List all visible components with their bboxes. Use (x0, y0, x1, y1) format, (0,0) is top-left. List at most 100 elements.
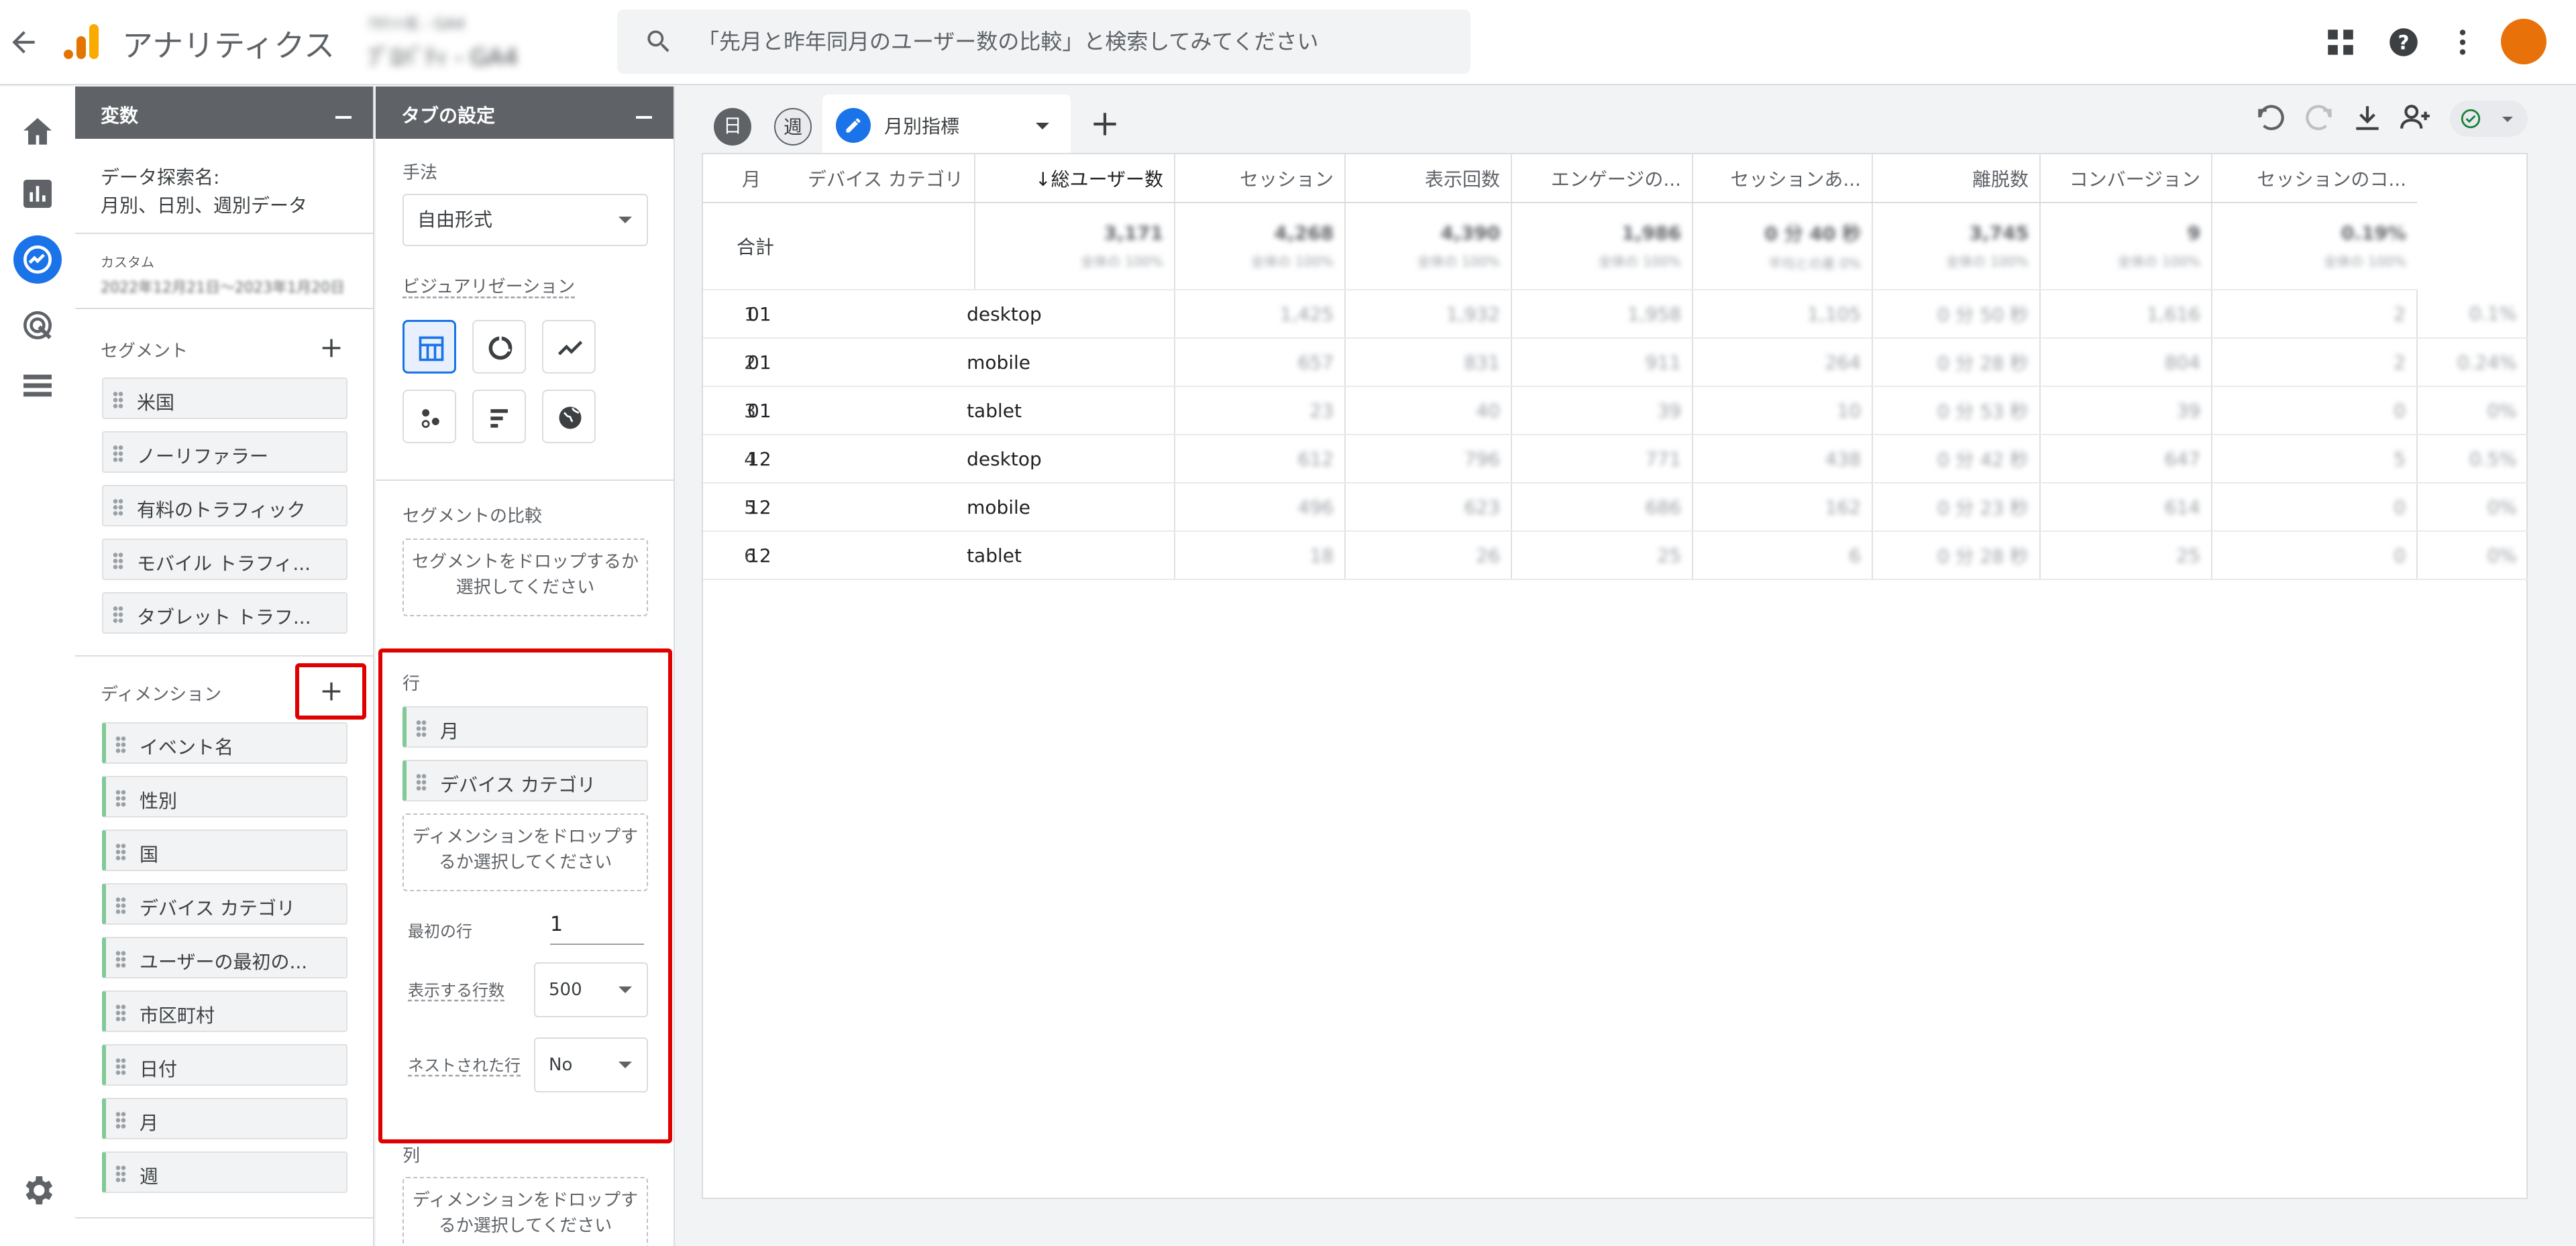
segment-chip[interactable]: モバイル トラフィ... (102, 539, 347, 580)
account-selector[interactable]: ｱｶｳﾝﾄ名 - GA4 ﾌﾟﾛﾊﾟﾃｨ - GA4 (368, 12, 609, 72)
tab-day[interactable]: 日 (714, 108, 751, 146)
dimension-chip[interactable]: デバイス カテゴリ (102, 883, 347, 925)
dimension-chip[interactable]: 国 (102, 830, 347, 871)
col-header-session-conv[interactable]: セッションのコ... (2211, 154, 2418, 203)
vis-table-button[interactable] (402, 320, 456, 374)
apps-grid-icon[interactable] (2324, 25, 2357, 59)
search-input[interactable] (698, 9, 1436, 74)
col-header-total-users[interactable]: ↓総ユーザー数 (974, 154, 1175, 203)
table-row[interactable]: 3 01 tablet 23 40 39 10 0 分 53 秒 39 0 0% (703, 386, 2528, 435)
dimension-chip[interactable]: 週 (102, 1151, 347, 1193)
dimension-chip[interactable]: 市区町村 (102, 990, 347, 1032)
svg-text:?: ? (2398, 31, 2410, 54)
first-row-label: 最初の行 (408, 922, 472, 941)
tab-monthly-metrics[interactable]: 月別指標 (822, 95, 1071, 155)
more-vert-icon[interactable] (2446, 25, 2479, 59)
table-row[interactable]: 2 01 mobile 657 831 911 264 0 分 28 秒 804 2 0.24% (703, 338, 2528, 387)
dimension-chip[interactable]: イベント名 (102, 722, 347, 764)
line-chart-icon (557, 341, 583, 355)
total-cell: 9 全体の 100% (2039, 203, 2212, 290)
tab-label: 月別指標 (884, 115, 960, 137)
metric-cell: 39 (2039, 386, 2212, 435)
share-user-icon[interactable] (2399, 101, 2432, 134)
undo-icon[interactable] (2254, 101, 2288, 134)
home-icon[interactable] (19, 113, 56, 151)
edit-pencil-icon (836, 108, 871, 143)
date-range[interactable]: 2022年12月21日〜2023年1月20日 (101, 276, 345, 297)
chevron-down-icon (2502, 117, 2513, 122)
advertising-icon[interactable] (19, 306, 56, 344)
table-row[interactable]: 5 12 mobile 496 623 686 162 0 分 23 秒 614 0 0% (703, 483, 2528, 532)
row-device: mobile (967, 483, 1175, 532)
col-header-session-avg[interactable]: セッションあ... (1692, 154, 1873, 203)
table-row[interactable]: 1 01 desktop 1,425 1,932 1,958 1,105 0 分 50 秒 1,… (703, 290, 2528, 339)
row-chip[interactable]: 月 (402, 706, 648, 748)
minimize-icon[interactable] (636, 116, 652, 119)
add-tab-icon[interactable] (1088, 107, 1122, 141)
vis-line-button[interactable] (542, 320, 596, 374)
help-icon[interactable]: ? (2387, 25, 2420, 59)
divider (75, 1217, 373, 1219)
download-icon[interactable] (2351, 101, 2384, 134)
redo-icon[interactable] (2302, 101, 2336, 134)
segment-chip[interactable]: 有料のトラフィック (102, 485, 347, 526)
metric-cell: 26 (1344, 531, 1512, 580)
row-month: 12 (747, 483, 975, 532)
row-dimension-drop-zone[interactable]: ディメンションをドロップするか選択してください (402, 813, 648, 891)
exploration-name[interactable]: 月別、日別、週別データ (101, 191, 307, 218)
divider (75, 655, 373, 657)
add-dimension-icon[interactable] (318, 678, 345, 705)
row-device: desktop (967, 435, 1175, 484)
table-row[interactable]: 6 12 tablet 18 26 25 6 0 分 28 秒 25 0 0% (703, 531, 2528, 580)
row-month: 12 (747, 531, 975, 580)
col-header-conversions[interactable]: コンバージョン (2039, 154, 2212, 203)
settings-gear-icon[interactable] (19, 1172, 56, 1209)
vis-donut-button[interactable] (472, 320, 526, 374)
save-status-button[interactable] (2450, 101, 2528, 137)
search-bar[interactable] (617, 9, 1470, 74)
dimension-chip[interactable]: 月 (102, 1098, 347, 1139)
tab-week[interactable]: 週 (774, 108, 812, 146)
col-header-views[interactable]: 表示回数 (1344, 154, 1512, 203)
show-rows-select[interactable]: 500 (534, 962, 648, 1017)
row-chip[interactable]: デバイス カテゴリ (402, 760, 648, 801)
variables-header: 変数 (75, 87, 373, 139)
segment-drop-zone[interactable]: セグメントをドロップするか選択してください (402, 539, 648, 616)
col-header-sessions[interactable]: セッション (1174, 154, 1346, 203)
nested-rows-select[interactable]: No (534, 1037, 648, 1092)
configure-list-icon[interactable] (19, 367, 56, 404)
metric-cell: 23 (1174, 386, 1346, 435)
row-month: 01 (747, 290, 975, 339)
dimension-chip[interactable]: 日付 (102, 1044, 347, 1086)
technique-select[interactable]: 自由形式 (402, 194, 648, 246)
segment-chip[interactable]: ノーリファラー (102, 431, 347, 473)
bar-chart-icon (490, 409, 508, 428)
col-header-month[interactable]: 月 (703, 154, 797, 203)
dimension-title: ディメンション (101, 685, 222, 705)
table-icon (419, 336, 444, 361)
col-header-device[interactable]: デバイス カテゴリ (797, 154, 975, 203)
segment-chip[interactable]: 米国 (102, 378, 347, 419)
first-row-input[interactable]: 1 (550, 907, 644, 945)
variables-title: 変数 (101, 105, 139, 127)
dimension-chip[interactable]: 性別 (102, 776, 347, 817)
metric-cell: 0% (2416, 386, 2528, 435)
add-segment-icon[interactable] (318, 335, 345, 361)
column-dimension-drop-zone[interactable]: ディメンションをドロップするか選択してください (402, 1177, 648, 1246)
divider (376, 479, 674, 481)
avatar[interactable] (2501, 19, 2546, 64)
col-header-engaged[interactable]: エンゲージの... (1511, 154, 1693, 203)
chevron-down-icon[interactable] (1036, 123, 1049, 129)
dimension-chip[interactable]: ユーザーの最初の... (102, 937, 347, 978)
col-header-exits[interactable]: 離脱数 (1872, 154, 2041, 203)
table-row[interactable]: 4 12 desktop 612 796 771 438 0 分 42 秒 647 5 0.5% (703, 435, 2528, 484)
vis-bar-button[interactable] (472, 390, 526, 443)
segment-chip[interactable]: タブレット トラフ... (102, 592, 347, 634)
vis-geo-button[interactable] (542, 390, 596, 443)
vis-scatter-button[interactable] (402, 390, 456, 443)
metric-cell: 0 分 42 秒 (1872, 435, 2041, 484)
back-arrow-icon[interactable] (7, 25, 40, 59)
reports-icon[interactable] (19, 175, 56, 213)
minimize-icon[interactable] (335, 116, 352, 119)
nested-rows-value: No (549, 1055, 573, 1075)
